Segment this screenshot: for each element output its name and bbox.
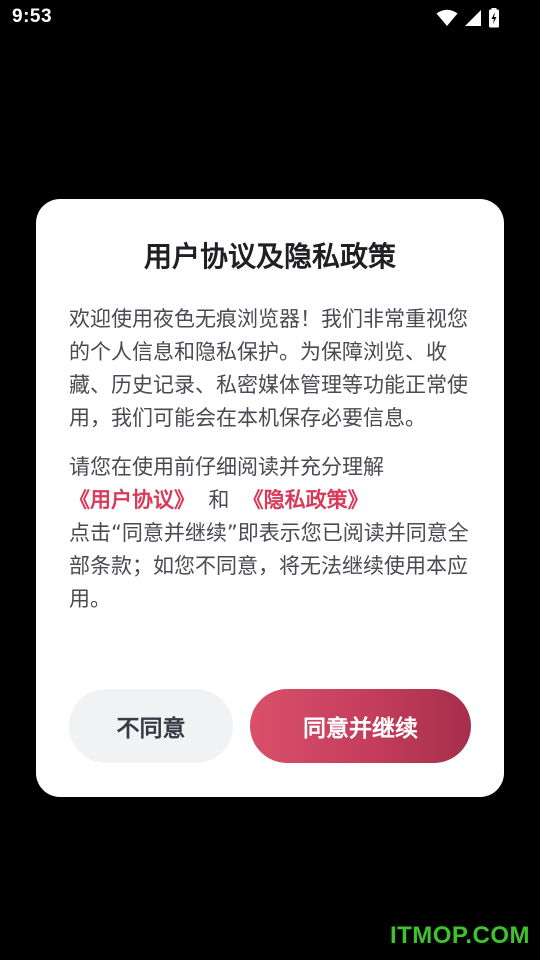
dialog-title: 用户协议及隐私政策 — [143, 240, 396, 273]
decline-button[interactable]: 不同意 — [69, 689, 233, 763]
read-prompt-text: 请您在使用前仔细阅读并充分理解 — [69, 455, 384, 479]
watermark-logo: ITMOP.COM — [389, 922, 530, 949]
status-icons — [436, 8, 500, 32]
consent-terms-text: 点击“同意并继续”即表示您已阅读并同意全部条款；如您不同意，将无法继续使用本应用… — [69, 521, 469, 611]
dialog-body: 欢迎使用夜色无痕浏览器！我们非常重视您的个人信息和隐私保护。为保障浏览、收藏、历… — [69, 303, 471, 616]
agreement-links: 《用户协议》 和 《隐私政策》 — [69, 484, 471, 517]
privacy-policy-link[interactable]: 《隐私政策》 — [243, 488, 369, 512]
agree-continue-button[interactable]: 同意并继续 — [250, 689, 471, 763]
wifi-icon — [436, 9, 458, 31]
privacy-consent-dialog: 用户协议及隐私政策 欢迎使用夜色无痕浏览器！我们非常重视您的个人信息和隐私保护。… — [36, 199, 504, 797]
status-time: 9:53 — [12, 6, 53, 27]
consent-paragraph: 请您在使用前仔细阅读并充分理解 《用户协议》 和 《隐私政策》 点击“同意并继续… — [69, 451, 471, 616]
battery-charging-icon — [488, 8, 500, 32]
user-agreement-link[interactable]: 《用户协议》 — [69, 488, 195, 512]
cellular-signal-icon — [464, 9, 482, 31]
intro-paragraph: 欢迎使用夜色无痕浏览器！我们非常重视您的个人信息和隐私保护。为保障浏览、收藏、历… — [69, 307, 468, 430]
and-text: 和 — [208, 488, 230, 512]
status-bar: 9:53 — [0, 0, 540, 36]
